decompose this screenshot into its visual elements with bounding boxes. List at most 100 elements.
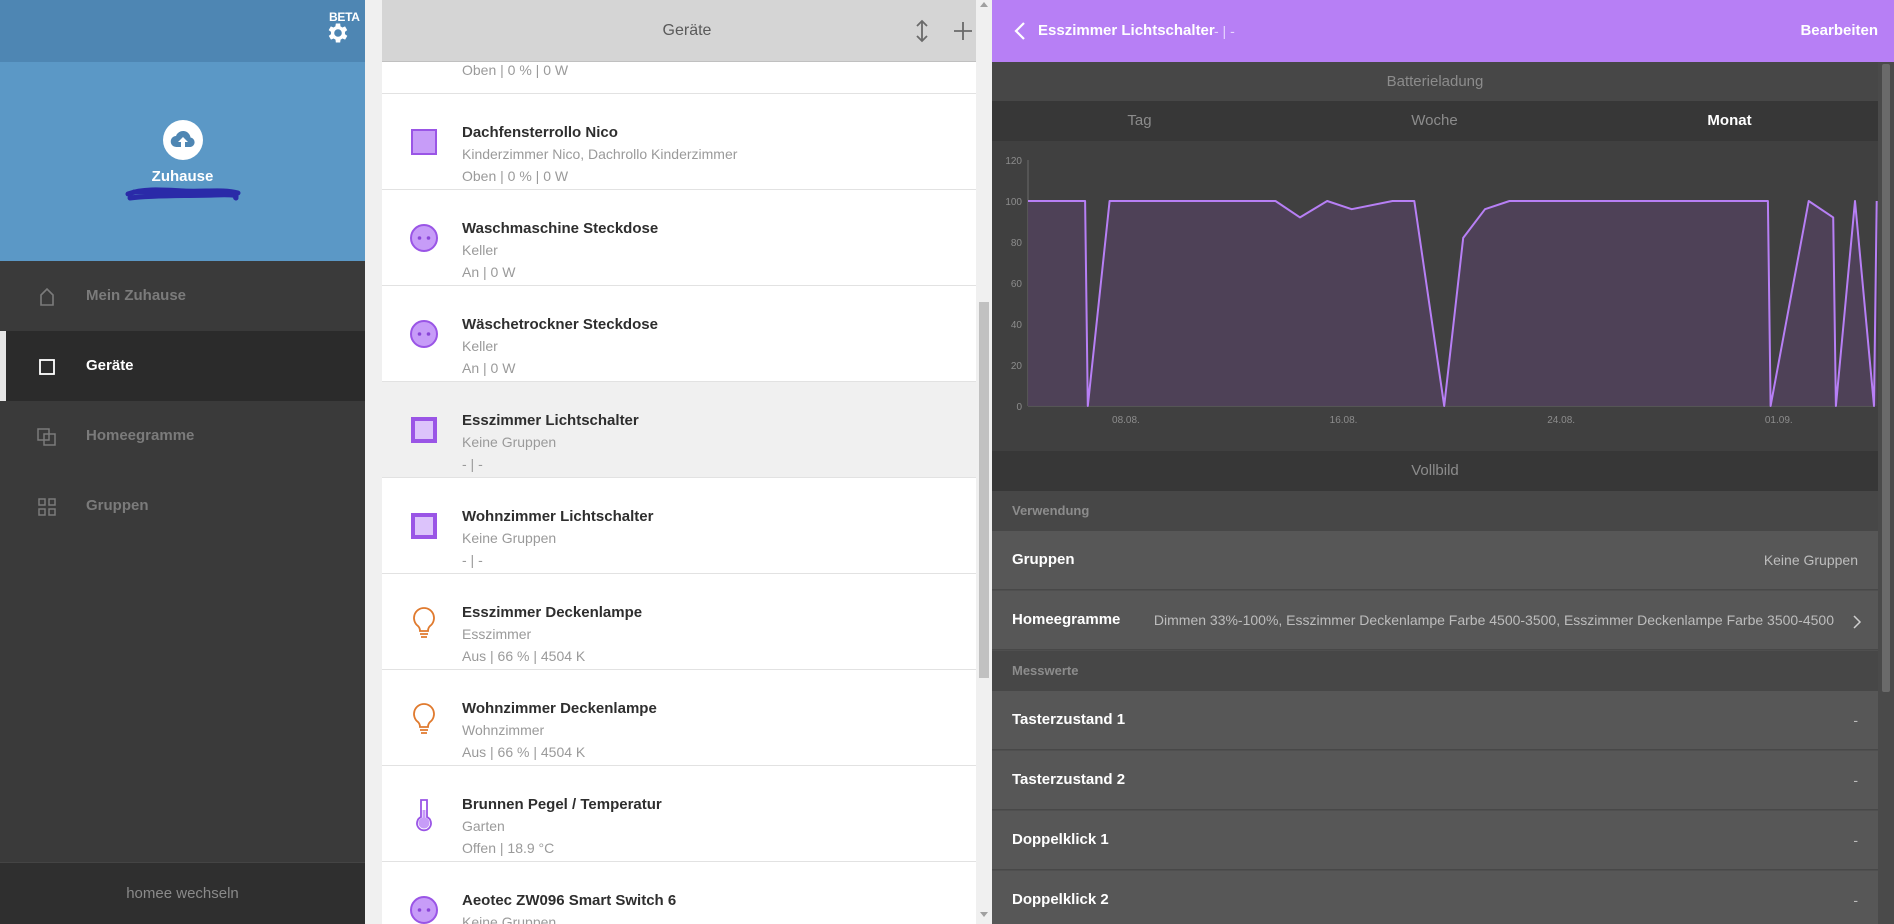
home-avatar[interactable]: [163, 120, 203, 160]
chevron-right-icon: [1853, 615, 1862, 629]
battery-chart-svg: 0 20 40 60 80 100 120 08.08. 16.08. 24.08. 01.09.: [1005, 156, 1878, 426]
battery-chart: 0 20 40 60 80 100 120 08.08. 16.08. 24.08. 01.09.: [992, 141, 1878, 451]
device-name: Wohnzimmer Deckenlampe: [462, 700, 657, 717]
x-tick-label: 01.09.: [1765, 415, 1793, 426]
device-status: Oben | 0 % | 0 W: [462, 62, 569, 78]
measurement-row[interactable]: Doppelklick 2 -: [992, 871, 1878, 924]
device-room: Keine Gruppen: [462, 434, 557, 450]
switch-homee-button[interactable]: homee wechseln: [0, 862, 365, 924]
period-tabs: Tag Woche Monat: [992, 101, 1878, 141]
measurement-row[interactable]: Doppelklick 1 -: [992, 811, 1878, 870]
home-hero: Zuhause: [0, 62, 365, 261]
device-name: Aeotec ZW096 Smart Switch 6: [462, 892, 677, 909]
measurement-row[interactable]: Tasterzustand 1 -: [992, 691, 1878, 750]
detail-title: Esszimmer Lichtschalter: [1038, 22, 1215, 39]
device-status: - | -: [462, 552, 483, 568]
measurement-row[interactable]: Tasterzustand 2 -: [992, 751, 1878, 810]
y-tick-label: 60: [1011, 279, 1023, 290]
thermometer-icon: [404, 794, 444, 834]
device-status: An | 0 W: [462, 264, 516, 280]
nav-label: Gruppen: [86, 497, 149, 514]
device-status: Oben | 0 % | 0 W: [462, 168, 569, 184]
measurement-label: Doppelklick 1: [1012, 831, 1109, 848]
device-list: Oben | 0 % | 0 W Dachfensterrollo Nico Ki…: [382, 62, 976, 924]
x-tick-label: 08.08.: [1112, 415, 1140, 426]
nav-label: Homeegramme: [86, 427, 195, 444]
redaction-scribble: [125, 187, 241, 201]
groups-row[interactable]: Gruppen Keine Gruppen: [992, 531, 1878, 590]
socket-icon: [404, 314, 444, 354]
nav-item-geraete[interactable]: Geräte: [0, 331, 365, 401]
sidebar-nav: Mein Zuhause Geräte Homeegramme Gruppen: [0, 261, 365, 541]
nav-label: Geräte: [86, 357, 134, 374]
homeegram-icon: [37, 428, 56, 446]
homeegrams-row[interactable]: Homeegramme Dimmen 33%-100%, Esszimmer D…: [992, 591, 1878, 650]
cloud-upload-icon: [170, 131, 195, 148]
fullscreen-button[interactable]: Vollbild: [992, 451, 1878, 491]
page-title: Geräte: [662, 22, 712, 39]
add-device-icon[interactable]: [950, 18, 976, 44]
measurement-label: Tasterzustand 1: [1012, 711, 1126, 728]
x-tick-label: 24.08.: [1547, 415, 1575, 426]
groups-icon: [38, 498, 56, 516]
scroll-down-arrow[interactable]: [980, 912, 988, 917]
y-tick-label: 120: [1005, 156, 1022, 167]
gear-icon: [328, 23, 348, 43]
device-status: Offen | 18.9 °C: [462, 840, 555, 856]
device-name: Dachfensterrollo Nico: [462, 124, 618, 141]
scroll-thumb[interactable]: [979, 302, 989, 678]
switch-icon: [404, 410, 444, 450]
scroll-thumb[interactable]: [1882, 64, 1890, 692]
device-room: Keller: [462, 338, 498, 354]
list-item[interactable]: Aeotec ZW096 Smart Switch 6 Keine Gruppen: [382, 862, 976, 924]
socket-icon: [404, 890, 444, 924]
list-item[interactable]: Wohnzimmer Deckenlampe Wohnzimmer Aus | 66…: [382, 670, 976, 766]
panel-gutter: [365, 0, 382, 924]
y-tick-label: 0: [1016, 402, 1022, 413]
list-scrollbar[interactable]: [976, 0, 992, 924]
device-square-icon: [39, 359, 55, 375]
list-item[interactable]: Wäschetrockner Steckdose Keller An | 0 W: [382, 286, 976, 382]
device-name: Esszimmer Deckenlampe: [462, 604, 643, 621]
detail-content: Batterieladung Tag Woche Monat 0 20 40 60 80…: [992, 62, 1878, 924]
device-room: Wohnzimmer: [462, 722, 545, 738]
y-tick-label: 40: [1011, 320, 1023, 331]
list-item[interactable]: Oben | 0 % | 0 W: [382, 62, 976, 94]
homeegrams-label: Homeegramme: [1012, 611, 1121, 628]
list-item[interactable]: Wohnzimmer Lichtschalter Keine Gruppen - |…: [382, 478, 976, 574]
tab-woche[interactable]: Woche: [1287, 101, 1582, 141]
device-status: - | -: [462, 456, 483, 472]
device-room: Kinderzimmer Nico, Dachrollo Kinderzimme…: [462, 146, 738, 162]
detail-scrollbar[interactable]: [1878, 62, 1894, 924]
shutter-icon: [404, 122, 444, 162]
detail-header: Esszimmer Lichtschalter - | - Bearbeiten: [992, 0, 1894, 62]
sort-icon[interactable]: [910, 18, 934, 44]
tab-tag[interactable]: Tag: [992, 101, 1287, 141]
measurement-value: -: [1853, 832, 1858, 848]
settings-button[interactable]: BETA: [325, 10, 361, 44]
list-item[interactable]: Brunnen Pegel / Temperatur Garten Offen | …: [382, 766, 976, 862]
groups-value: Keine Gruppen: [1763, 552, 1858, 568]
edit-button[interactable]: Bearbeiten: [1800, 22, 1878, 39]
sidebar: BETA Zuhause Mein Zuhause Geräte Homeegr…: [0, 0, 365, 924]
measurement-label: Tasterzustand 2: [1012, 771, 1126, 788]
section-verwendung: Verwendung: [992, 491, 1878, 531]
nav-item-homeegramme[interactable]: Homeegramme: [0, 401, 365, 471]
homeegrams-value: Dimmen 33%-100%, Esszimmer Deckenlampe F…: [1153, 612, 1834, 628]
nav-item-gruppen[interactable]: Gruppen: [0, 471, 365, 541]
y-tick-label: 100: [1005, 197, 1022, 208]
scroll-up-arrow[interactable]: [980, 2, 988, 7]
list-item[interactable]: Dachfensterrollo Nico Kinderzimmer Nico, …: [382, 94, 976, 190]
chart-title: Batterieladung: [992, 62, 1878, 101]
device-room: Esszimmer: [462, 626, 532, 642]
measurement-value: -: [1853, 772, 1858, 788]
device-name: Esszimmer Lichtschalter: [462, 412, 639, 429]
nav-item-mein-zuhause[interactable]: Mein Zuhause: [0, 261, 365, 331]
list-item[interactable]: Esszimmer Lichtschalter Keine Gruppen - | …: [382, 382, 976, 478]
list-item[interactable]: Esszimmer Deckenlampe Esszimmer Aus | 66 %…: [382, 574, 976, 670]
series-area: [1028, 201, 1877, 406]
tab-monat[interactable]: Monat: [1582, 101, 1877, 141]
list-header: Geräte: [382, 0, 992, 62]
back-icon[interactable]: [1012, 20, 1028, 42]
list-item[interactable]: Waschmaschine Steckdose Keller An | 0 W: [382, 190, 976, 286]
